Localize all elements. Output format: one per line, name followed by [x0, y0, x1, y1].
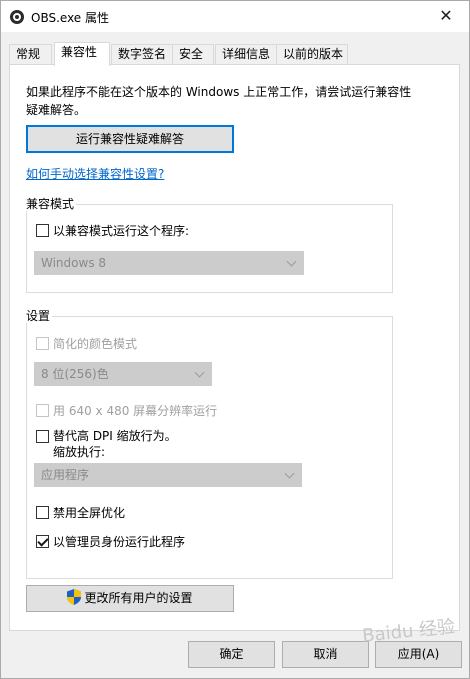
- close-button[interactable]: ✕: [431, 5, 461, 29]
- compatibility-panel: 如果此程序不能在这个版本的 Windows 上正常工作，请尝试运行兼容性疑难解答…: [9, 64, 460, 631]
- disable-fullscreen-checkbox[interactable]: [36, 506, 49, 519]
- tab-security[interactable]: 安全: [172, 44, 214, 65]
- chevron-down-icon: [194, 367, 205, 378]
- tab-general[interactable]: 常规: [9, 44, 52, 65]
- dpi-override-row[interactable]: 替代高 DPI 缩放行为。 缩放执行:: [36, 428, 177, 460]
- dpi-override-sublabel: 缩放执行:: [53, 445, 106, 459]
- window-title: OBS.exe 属性: [31, 11, 110, 25]
- run-as-admin-label: 以管理员身份运行此程序: [53, 535, 186, 549]
- tab-digital-signature[interactable]: 数字签名: [111, 44, 173, 65]
- tab-details[interactable]: 详细信息: [215, 44, 277, 65]
- obs-app-icon: [10, 10, 24, 24]
- run-as-admin-checkbox[interactable]: [36, 535, 49, 548]
- res-640-label: 用 640 x 480 屏幕分辨率运行: [53, 404, 218, 418]
- change-all-users-button[interactable]: 更改所有用户的设置: [26, 585, 234, 612]
- compat-mode-row[interactable]: 以兼容模式运行这个程序:: [36, 222, 189, 239]
- manual-settings-link[interactable]: 如何手动选择兼容性设置?: [26, 165, 164, 182]
- run-troubleshooter-button[interactable]: 运行兼容性疑难解答: [26, 125, 234, 153]
- change-all-users-label: 更改所有用户的设置: [84, 591, 193, 605]
- properties-window: OBS.exe 属性 ✕ 常规 兼容性 数字签名 安全 详细信息 以前的版本 如…: [0, 0, 470, 679]
- dpi-scaling-select: 应用程序: [34, 463, 302, 487]
- compat-mode-group: 兼容模式 以兼容模式运行这个程序: Windows 8: [26, 197, 393, 293]
- color-depth-select-value: 8 位(256)色: [41, 367, 109, 381]
- res-640-row: 用 640 x 480 屏幕分辨率运行: [36, 402, 217, 419]
- settings-label: 设置: [26, 309, 53, 323]
- settings-group: 设置 简化的颜色模式 8 位(256)色 用 640 x 480 屏幕分辨率运行…: [26, 309, 393, 579]
- color-depth-select: 8 位(256)色: [34, 362, 212, 386]
- dpi-scaling-select-value: 应用程序: [41, 468, 90, 482]
- cancel-button[interactable]: 取消: [282, 641, 369, 668]
- reduced-color-label: 简化的颜色模式: [53, 337, 138, 351]
- reduced-color-row: 简化的颜色模式: [36, 335, 137, 352]
- chevron-down-icon: [284, 468, 295, 479]
- compat-mode-label: 兼容模式: [26, 197, 77, 211]
- disable-fullscreen-label: 禁用全屏优化: [53, 506, 126, 520]
- intro-text: 如果此程序不能在这个版本的 Windows 上正常工作，请尝试运行兼容性疑难解答…: [26, 85, 412, 117]
- dpi-override-label: 替代高 DPI 缩放行为。: [53, 429, 177, 443]
- compat-os-select-value: Windows 8: [41, 256, 107, 270]
- chevron-down-icon: [286, 256, 297, 267]
- ok-button[interactable]: 确定: [188, 641, 275, 668]
- tab-previous-versions[interactable]: 以前的版本: [276, 44, 348, 65]
- compat-mode-checkbox[interactable]: [36, 224, 49, 237]
- res-640-checkbox: [36, 404, 49, 417]
- compat-os-select: Windows 8: [34, 251, 304, 275]
- dpi-override-text: 替代高 DPI 缩放行为。 缩放执行:: [53, 428, 177, 460]
- compat-mode-checkbox-label: 以兼容模式运行这个程序:: [53, 224, 190, 238]
- dpi-override-checkbox[interactable]: [36, 430, 49, 443]
- reduced-color-checkbox: [36, 337, 49, 350]
- tab-compatibility[interactable]: 兼容性: [54, 42, 110, 66]
- run-as-admin-row[interactable]: 以管理员身份运行此程序: [36, 533, 185, 550]
- disable-fullscreen-row[interactable]: 禁用全屏优化: [36, 504, 125, 521]
- uac-shield-icon: [67, 589, 82, 605]
- title-bar: OBS.exe 属性 ✕: [1, 1, 469, 32]
